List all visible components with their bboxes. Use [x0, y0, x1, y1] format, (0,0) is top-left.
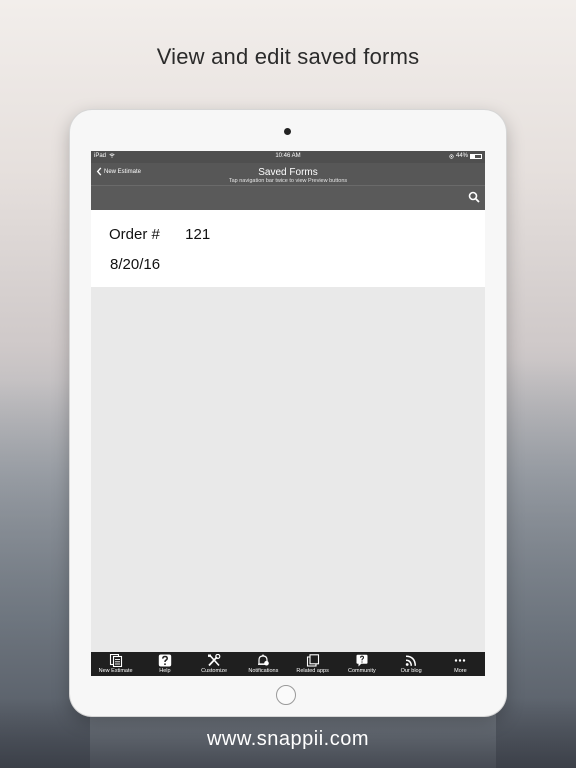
- tab-notifications[interactable]: Notifications: [239, 652, 288, 676]
- customize-icon: [208, 654, 221, 667]
- more-icon: [455, 659, 466, 662]
- battery-icon: [470, 153, 482, 159]
- website-url: www.snappii.com: [206, 728, 369, 750]
- search-bar: [91, 186, 485, 210]
- tab-label: Help: [159, 668, 171, 674]
- tab-customize[interactable]: Customize: [190, 652, 239, 676]
- order-date: 8/20/16: [110, 256, 161, 273]
- app-screen: iPad 10:46 AM 44% New Estimate Saved For…: [91, 151, 485, 676]
- community-icon: [356, 654, 368, 667]
- saved-form-row[interactable]: Order # 121 8/20/16: [91, 210, 485, 287]
- tab-label: More: [454, 668, 467, 674]
- tab-more[interactable]: More: [436, 652, 485, 676]
- tab-label: Related apps: [296, 668, 329, 674]
- order-line: Order # 121: [109, 226, 210, 243]
- tab-bar: New Estimate Help Customize Notification…: [91, 652, 485, 676]
- order-label: Order #: [109, 226, 160, 243]
- battery-indicator: 44%: [449, 153, 482, 159]
- battery-percent: 44%: [455, 153, 468, 159]
- ipad-frame: iPad 10:46 AM 44% New Estimate Saved For…: [70, 110, 506, 716]
- tab-new-estimate[interactable]: New Estimate: [91, 652, 140, 676]
- page-subtitle: Tap navigation bar twice to view Preview…: [228, 178, 348, 184]
- home-button[interactable]: [276, 685, 296, 705]
- tab-our-blog[interactable]: Our blog: [387, 652, 436, 676]
- tab-related-apps[interactable]: Related apps: [288, 652, 337, 676]
- tab-help[interactable]: Help: [140, 652, 189, 676]
- camera-dot: [284, 128, 291, 135]
- search-icon[interactable]: [468, 191, 480, 203]
- order-number: 121: [185, 226, 211, 243]
- tab-label: Our blog: [400, 668, 422, 674]
- help-icon: [158, 654, 172, 667]
- tab-label: Notifications: [248, 668, 279, 674]
- page-title: Saved Forms: [258, 167, 318, 178]
- tab-label: Customize: [201, 668, 228, 674]
- location-icon: [449, 153, 454, 159]
- promo-headline: View and edit saved forms: [156, 44, 420, 69]
- blog-icon: [405, 655, 417, 666]
- notifications-icon: [258, 654, 270, 666]
- tab-label: New Estimate: [98, 668, 133, 674]
- navigation-bar[interactable]: New Estimate Saved Forms Tap navigation …: [91, 163, 485, 186]
- tab-label: Community: [347, 668, 376, 674]
- status-time: 10:46 AM: [275, 153, 301, 159]
- related-apps-icon: [306, 654, 319, 667]
- new-estimate-icon: [109, 654, 122, 667]
- tab-community[interactable]: Community: [337, 652, 386, 676]
- status-bar: iPad 10:46 AM 44%: [91, 151, 485, 163]
